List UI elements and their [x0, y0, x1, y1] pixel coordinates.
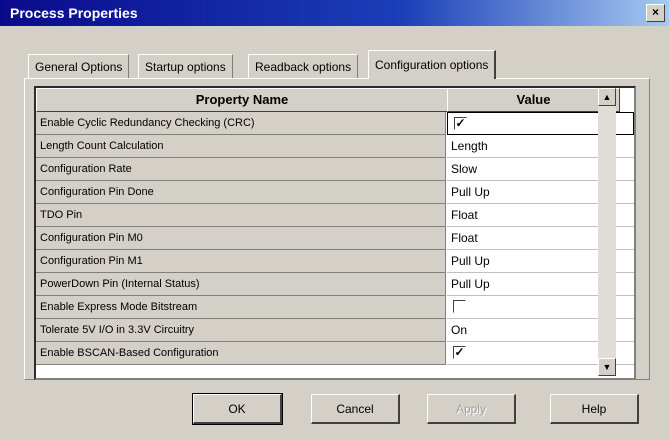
table-row: PowerDown Pin (Internal Status) Pull Up [36, 273, 634, 296]
tab-configuration-options[interactable]: Configuration options [368, 50, 497, 79]
table-row: Length Count Calculation Length [36, 135, 634, 158]
scroll-up-icon[interactable]: ▲ [598, 88, 616, 106]
close-button[interactable]: × [646, 4, 665, 22]
table-row: Enable BSCAN-Based Configuration ✓ [36, 342, 634, 365]
tab-readback-options[interactable]: Readback options [248, 54, 359, 79]
property-name: TDO Pin [36, 204, 446, 227]
table-row: Configuration Pin Done Pull Up [36, 181, 634, 204]
cancel-button[interactable]: Cancel [311, 394, 400, 424]
property-name: Configuration Pin M1 [36, 250, 446, 273]
property-name: Length Count Calculation [36, 135, 446, 158]
property-name: Enable BSCAN-Based Configuration [36, 342, 446, 365]
tab-startup-options[interactable]: Startup options [138, 54, 233, 79]
property-name: Enable Cyclic Redundancy Checking (CRC) [36, 112, 446, 135]
table-row: Configuration Pin M0 Float [36, 227, 634, 250]
property-name: PowerDown Pin (Internal Status) [36, 273, 446, 296]
process-properties-dialog: Process Properties × General Options Sta… [0, 0, 669, 440]
table-row: Tolerate 5V I/O in 3.3V Circuitry On [36, 319, 634, 342]
table-row: Configuration Pin M1 Pull Up [36, 250, 634, 273]
property-name-header: Property Name [36, 88, 448, 112]
table-row: Enable Express Mode Bitstream [36, 296, 634, 319]
vertical-scrollbar[interactable]: ▲ ▼ [598, 88, 616, 376]
title-bar: Process Properties × [0, 0, 669, 26]
tab-general-options[interactable]: General Options [28, 54, 130, 79]
ok-button[interactable]: OK [192, 393, 283, 425]
table-row: Configuration Rate Slow [36, 158, 634, 181]
value-header: Value [447, 88, 620, 112]
property-grid: Property Name Value Enable Cyclic Redund… [34, 86, 636, 380]
express-mode-checkbox[interactable] [453, 300, 466, 313]
table-row: TDO Pin Float [36, 204, 634, 227]
scroll-down-icon[interactable]: ▼ [598, 358, 616, 376]
window-title: Process Properties [10, 5, 138, 21]
property-name: Tolerate 5V I/O in 3.3V Circuitry [36, 319, 446, 342]
apply-button[interactable]: Apply [427, 394, 516, 424]
property-name: Configuration Pin M0 [36, 227, 446, 250]
property-name: Enable Express Mode Bitstream [36, 296, 446, 319]
bscan-checkbox[interactable]: ✓ [453, 346, 466, 359]
help-button[interactable]: Help [550, 394, 639, 424]
crc-checkbox[interactable]: ✓ [454, 117, 467, 130]
table-row: Enable Cyclic Redundancy Checking (CRC) … [36, 112, 634, 135]
property-name: Configuration Pin Done [36, 181, 446, 204]
property-name: Configuration Rate [36, 158, 446, 181]
